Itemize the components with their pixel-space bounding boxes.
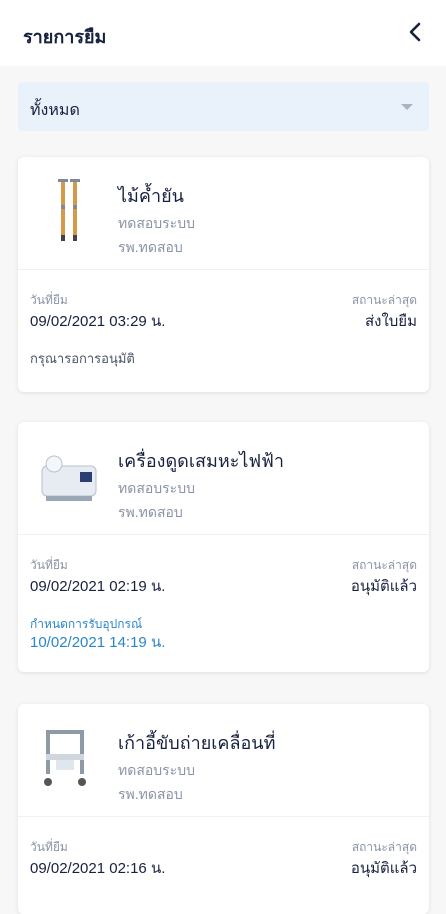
item-name: เครื่องดูดเสมหะไฟฟ้า xyxy=(118,451,285,471)
borrow-date-value: 09/02/2021 03:29 น. xyxy=(30,313,166,330)
status-value: อนุมัติแล้ว xyxy=(350,578,417,595)
chevron-left-icon[interactable] xyxy=(404,20,428,44)
borrow-date-label: วันที่ยืม xyxy=(30,558,68,572)
item-sub2: รพ.ทดสอบ xyxy=(118,504,183,520)
crutches-image xyxy=(58,179,80,241)
suction-machine-image xyxy=(41,455,97,501)
status-label: สถานะล่าสุด xyxy=(351,840,417,854)
card-divider xyxy=(18,816,429,817)
item-sub1: ทดสอบระบบ xyxy=(118,215,195,231)
borrow-date-value: 09/02/2021 02:19 น. xyxy=(30,578,166,595)
status-filter-dropdown[interactable]: ทั้งหมด xyxy=(18,82,429,131)
dropdown-caret-icon xyxy=(401,104,413,110)
borrow-date-label: วันที่ยืม xyxy=(30,840,68,854)
item-sub1: ทดสอบระบบ xyxy=(118,480,195,496)
item-name: เก้าอี้ขับถ่ายเคลื่อนที่ xyxy=(118,733,276,753)
status-label: สถานะล่าสุด xyxy=(351,293,417,307)
pickup-value: 10/02/2021 14:19 น. xyxy=(30,634,166,651)
commode-chair-image xyxy=(44,730,86,786)
status-value: ส่งใบยืม xyxy=(364,313,417,330)
page-title: รายการยืม xyxy=(23,27,107,47)
item-sub2: รพ.ทดสอบ xyxy=(118,239,183,255)
item-name: ไม้ค้ำยัน xyxy=(118,186,184,206)
app-header: รายการยืม xyxy=(0,0,446,66)
status-note: กรุณารอการอนุมัติ xyxy=(30,351,135,366)
status-label: สถานะล่าสุด xyxy=(351,558,417,572)
borrow-date-value: 09/02/2021 02:16 น. xyxy=(30,860,166,877)
card-divider xyxy=(18,269,429,270)
item-sub2: รพ.ทดสอบ xyxy=(118,786,183,802)
borrow-card[interactable]: เก้าอี้ขับถ่ายเคลื่อนที่ ทดสอบระบบ รพ.ทด… xyxy=(18,704,429,914)
card-divider xyxy=(18,534,429,535)
borrow-card[interactable]: เครื่องดูดเสมหะไฟฟ้า ทดสอบระบบ รพ.ทดสอบ … xyxy=(18,422,429,672)
item-sub1: ทดสอบระบบ xyxy=(118,762,195,778)
borrow-card[interactable]: ไม้ค้ำยัน ทดสอบระบบ รพ.ทดสอบ วันที่ยืม 0… xyxy=(18,157,429,392)
status-value: อนุมัติแล้ว xyxy=(350,860,417,877)
filter-selected-value: ทั้งหมด xyxy=(30,102,80,119)
borrow-date-label: วันที่ยืม xyxy=(30,293,68,307)
